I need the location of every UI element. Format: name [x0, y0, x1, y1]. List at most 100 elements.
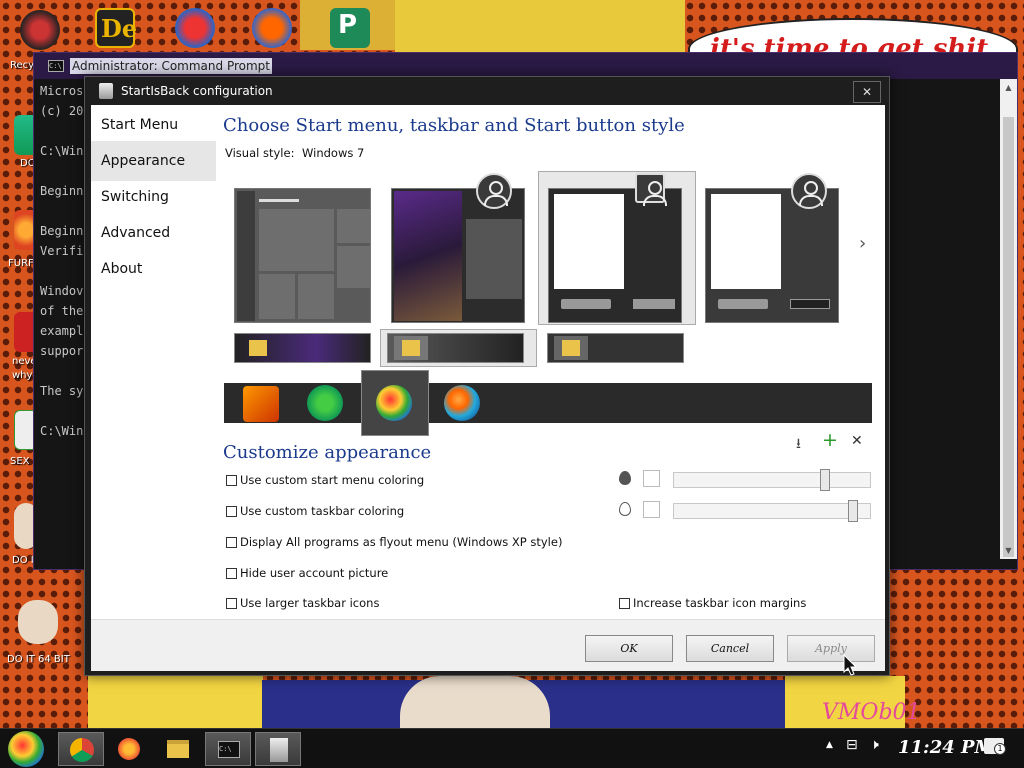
start-button-windows-orb-icon[interactable]: [444, 385, 480, 421]
taskbar-opacity-slider[interactable]: [673, 503, 871, 519]
cmd-line: Micros: [40, 84, 84, 98]
option-label: Use custom taskbar coloring: [240, 504, 405, 518]
cmd-line: [40, 361, 83, 381]
start-style-preview-windows7[interactable]: [548, 188, 682, 323]
network-icon[interactable]: ⊟: [846, 737, 858, 753]
folder-icon: [167, 740, 189, 758]
larger-taskbar-icons-checkbox[interactable]: [226, 598, 237, 609]
dialog-title-bar[interactable]: StartIsBack configuration ✕: [85, 77, 889, 105]
publisher-icon[interactable]: P: [330, 8, 370, 48]
desktop-icon-label: Recy: [10, 60, 35, 71]
close-button[interactable]: ✕: [853, 81, 881, 103]
startisback-icon: [270, 738, 288, 762]
start-button-windows7-icon[interactable]: [376, 385, 412, 421]
cmd-line: C:\Win: [40, 144, 84, 158]
taskbar-cmd-button[interactable]: C:\: [205, 732, 251, 766]
tray-overflow-icon[interactable]: ▲: [826, 740, 833, 750]
option-label: Hide user account picture: [240, 566, 389, 580]
user-avatar-icon: [476, 173, 512, 209]
next-styles-arrow-icon[interactable]: ›: [859, 233, 866, 254]
scroll-up-icon[interactable]: ▲: [1000, 79, 1017, 96]
custom-start-menu-coloring-checkbox[interactable]: [226, 475, 237, 486]
action-center-icon[interactable]: 1: [984, 738, 1006, 755]
slider-thumb[interactable]: [819, 469, 830, 491]
user-avatar-icon: [791, 173, 827, 209]
cmd-line: The sy: [40, 384, 84, 398]
taskbar-style-2[interactable]: [387, 333, 524, 363]
wallpaper-art: [88, 676, 263, 728]
desktop-icon-label: DO I: [12, 555, 34, 566]
cmd-line: [40, 201, 83, 221]
startisback-icon: [99, 83, 113, 99]
de-app-icon[interactable]: De: [95, 8, 137, 48]
increase-icon-margins-checkbox[interactable]: [619, 598, 630, 609]
dialog-title: StartIsBack configuration: [121, 84, 273, 98]
notification-badge: 1: [994, 743, 1006, 755]
cancel-button[interactable]: Cancel: [686, 635, 774, 662]
start-button-custom-icon[interactable]: [243, 386, 279, 422]
cmd-icon: C:\: [48, 60, 64, 72]
ok-button[interactable]: OK: [585, 635, 673, 662]
volume-icon[interactable]: 🕨: [870, 737, 879, 753]
cmd-line: exampl: [40, 324, 84, 338]
clock[interactable]: 11:24 PM: [898, 737, 994, 758]
option-label: Use custom start menu coloring: [240, 473, 425, 487]
taskbar-color-swatch[interactable]: [643, 501, 660, 518]
start-menu-opacity-slider[interactable]: [673, 472, 871, 488]
start-menu-color-drop-icon: [619, 471, 631, 485]
user-avatar-icon: [635, 173, 667, 206]
flyout-menu-checkbox[interactable]: [226, 537, 237, 548]
app-2-icon[interactable]: [175, 8, 215, 48]
startisback-dialog[interactable]: StartIsBack configuration ✕ Start Menu A…: [84, 76, 890, 676]
taskbar-style-3[interactable]: [547, 333, 684, 363]
option-label: Increase taskbar icon margins: [633, 596, 807, 610]
hide-user-picture-checkbox[interactable]: [226, 568, 237, 579]
remove-x-icon[interactable]: ✕: [851, 433, 863, 449]
cmd-line: [40, 261, 83, 281]
chrome-icon: [70, 738, 94, 762]
custom-taskbar-coloring-checkbox[interactable]: [226, 506, 237, 517]
nav-sidebar: Start Menu Appearance Switching Advanced…: [91, 105, 216, 619]
cmd-line: Verifi: [40, 244, 84, 258]
add-plus-icon[interactable]: +: [822, 429, 838, 451]
cmd-line: [40, 161, 83, 181]
apply-button[interactable]: Apply: [787, 635, 875, 662]
start-style-preview-vista[interactable]: [705, 188, 839, 323]
visual-style-value[interactable]: Windows 7: [302, 146, 364, 160]
cmd-scrollbar[interactable]: ▲ ▼: [1000, 79, 1017, 559]
desktop-app-icon[interactable]: [18, 600, 58, 644]
taskbar-chrome-button[interactable]: [58, 732, 104, 766]
start-button-clover-icon[interactable]: [307, 385, 343, 421]
option-label: Use larger taskbar icons: [240, 596, 380, 610]
nav-item-advanced[interactable]: Advanced: [91, 213, 216, 253]
desktop-icon-label: SEX: [10, 456, 30, 467]
nav-item-start-menu[interactable]: Start Menu: [91, 105, 216, 145]
nav-item-appearance[interactable]: Appearance: [91, 141, 216, 181]
taskbar-startisback-button[interactable]: [255, 732, 301, 766]
taskbar-color-drop-icon: [619, 502, 631, 516]
cmd-line: [40, 121, 83, 141]
import-download-icon[interactable]: ⭳: [796, 433, 801, 457]
taskbar-firefox-button[interactable]: [106, 732, 152, 766]
scroll-thumb[interactable]: [1003, 117, 1014, 557]
nav-item-switching[interactable]: Switching: [91, 177, 216, 217]
cmd-title: Administrator: Command Prompt: [70, 58, 272, 74]
cmd-line: (c) 20: [40, 104, 84, 118]
slider-thumb[interactable]: [847, 500, 858, 522]
taskbar-style-1[interactable]: [234, 333, 371, 363]
desktop-icon-label: why: [12, 370, 33, 381]
dialog-body: Start Menu Appearance Switching Advanced…: [91, 105, 885, 671]
scroll-down-icon[interactable]: ▼: [1000, 542, 1017, 559]
recycle-bin-icon[interactable]: [20, 10, 60, 50]
cmd-icon: C:\: [218, 741, 240, 758]
start-style-preview-custom[interactable]: [391, 188, 525, 323]
option-label: Display All programs as flyout menu (Win…: [240, 535, 563, 549]
start-style-preview-windows10[interactable]: [234, 188, 371, 323]
taskbar-explorer-button[interactable]: [155, 732, 201, 766]
nav-item-about[interactable]: About: [91, 249, 216, 289]
customize-heading: Customize appearance: [223, 442, 432, 463]
start-button-icon[interactable]: [8, 731, 44, 767]
start-menu-color-swatch[interactable]: [643, 470, 660, 487]
wallpaper-art: [400, 676, 550, 728]
app-p-icon[interactable]: [252, 8, 292, 48]
